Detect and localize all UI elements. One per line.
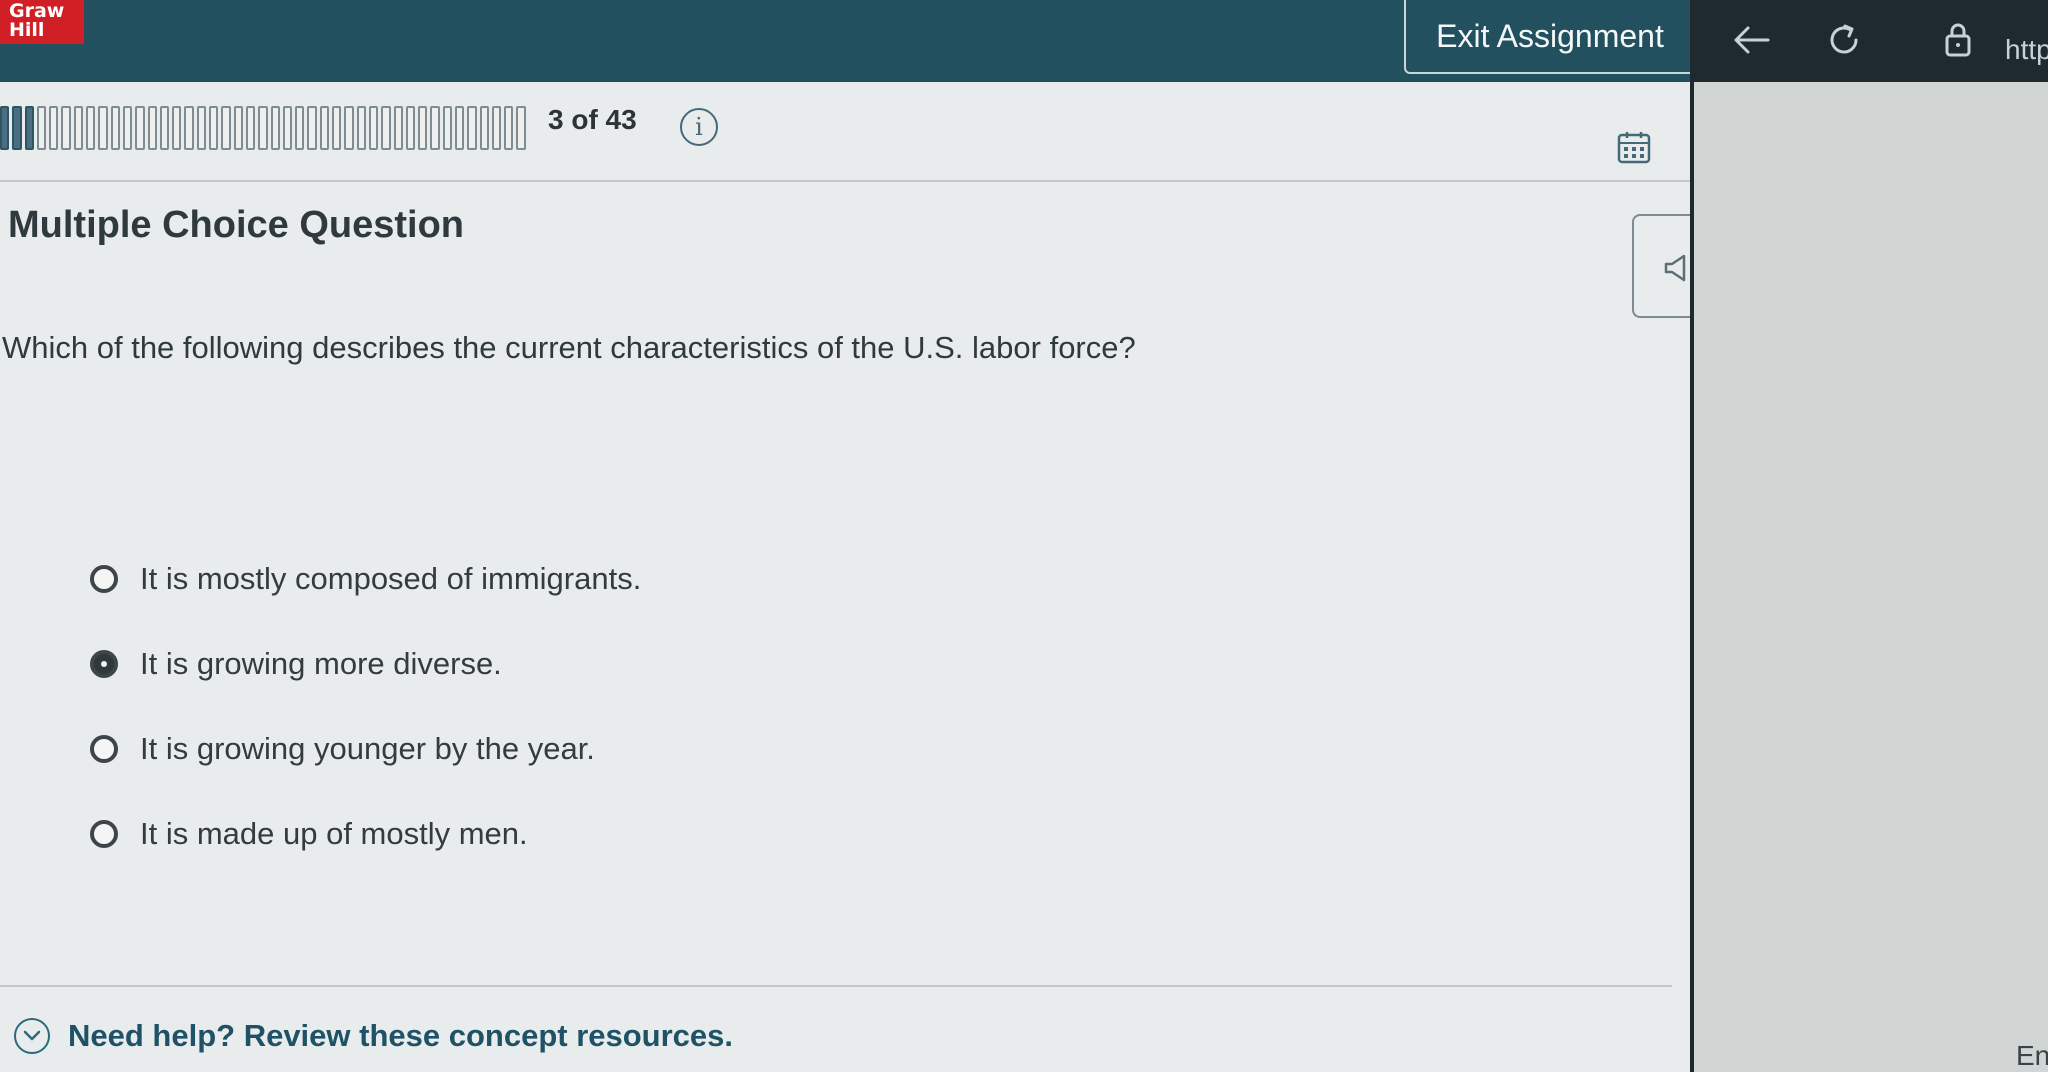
progress-segment[interactable] [61, 106, 71, 150]
adjacent-window-text: En [2016, 1040, 2048, 1071]
progress-segment[interactable] [393, 106, 403, 150]
progress-segment[interactable] [12, 106, 22, 150]
top-bar: Graw Hill Exit Assignment [0, 0, 1696, 82]
progress-segment[interactable] [344, 106, 354, 150]
answer-option-label: It is growing younger by the year. [140, 730, 595, 766]
progress-segment[interactable] [245, 106, 256, 150]
answer-options: It is mostly composed of immigrants. It … [90, 536, 641, 876]
answer-option-label: It is made up of mostly men. [140, 815, 528, 851]
concept-resources-link[interactable]: Need help? Review these concept resource… [68, 1018, 733, 1054]
header-divider [0, 180, 1690, 182]
progress-segment[interactable] [405, 106, 416, 150]
lock-icon [1938, 20, 1978, 60]
progress-segment[interactable] [196, 106, 207, 150]
progress-segment[interactable] [24, 106, 34, 150]
progress-segment[interactable] [258, 106, 268, 150]
progress-segment[interactable] [36, 106, 47, 150]
progress-segment[interactable] [184, 106, 194, 150]
progress-segment[interactable] [442, 106, 452, 150]
reload-icon[interactable] [1824, 20, 1864, 60]
progress-segment[interactable] [319, 106, 330, 150]
progress-segment[interactable] [381, 106, 391, 150]
answer-option-label: It is growing more diverse. [140, 645, 502, 681]
arrow-left-icon[interactable] [1732, 20, 1772, 60]
progress-segment[interactable] [332, 106, 342, 150]
progress-segment[interactable] [356, 106, 366, 150]
progress-segment[interactable] [491, 106, 502, 150]
progress-segment[interactable] [233, 106, 243, 150]
speaker-icon [1664, 254, 1686, 282]
progress-segment[interactable] [147, 106, 157, 150]
progress-segment[interactable] [270, 106, 280, 150]
progress-segment[interactable] [368, 106, 379, 150]
question-counter: 3 of 43 [548, 104, 637, 135]
radio-button[interactable] [90, 564, 118, 593]
answer-option[interactable]: It is growing younger by the year. [90, 706, 641, 791]
progress-segment[interactable] [295, 106, 305, 150]
concept-resources-toggle[interactable]: Need help? Review these concept resource… [14, 1018, 733, 1054]
progress-segment[interactable] [418, 106, 428, 150]
answer-option[interactable]: It is mostly composed of immigrants. [90, 536, 641, 621]
radio-button[interactable] [90, 649, 118, 678]
progress-segment[interactable] [307, 106, 317, 150]
question-progress-bar [0, 106, 526, 150]
progress-segment[interactable] [282, 106, 293, 150]
answer-option-label: It is mostly composed of immigrants. [140, 560, 642, 596]
progress-segment[interactable] [73, 106, 84, 150]
progress-segment[interactable] [49, 106, 59, 150]
progress-segment[interactable] [516, 106, 526, 150]
answer-option[interactable]: It is made up of mostly men. [90, 791, 641, 876]
read-aloud-tab[interactable] [1632, 214, 1692, 318]
info-icon[interactable]: i [680, 108, 718, 146]
progress-segment[interactable] [122, 106, 133, 150]
progress-segment[interactable] [221, 106, 231, 150]
chevron-down-icon [14, 1018, 50, 1054]
adjacent-window [1690, 82, 2048, 1072]
browser-toolbar [1690, 0, 2048, 82]
progress-segment[interactable] [209, 106, 219, 150]
progress-segment[interactable] [135, 106, 145, 150]
progress-segment[interactable] [159, 106, 170, 150]
progress-segment[interactable] [0, 106, 10, 150]
mcgraw-hill-logo: Graw Hill [0, 0, 84, 44]
progress-segment[interactable] [479, 106, 489, 150]
progress-segment[interactable] [86, 106, 96, 150]
progress-segment[interactable] [467, 106, 477, 150]
progress-segment[interactable] [504, 106, 514, 150]
footer-divider [0, 985, 1672, 987]
question-prompt: Which of the following describes the cur… [2, 330, 1136, 365]
progress-segment[interactable] [430, 106, 440, 150]
radio-button[interactable] [90, 734, 118, 763]
address-bar-url[interactable]: http [2005, 34, 2048, 66]
exit-assignment-button[interactable]: Exit Assignment [1404, 0, 1696, 74]
question-type-heading: Multiple Choice Question [8, 204, 465, 246]
calculator-icon[interactable] [1616, 130, 1652, 166]
progress-segment[interactable] [172, 106, 182, 150]
progress-segment[interactable] [454, 106, 465, 150]
progress-segment[interactable] [110, 106, 120, 150]
assignment-app: Graw Hill Exit Assignment 3 of 43 i Mult… [0, 0, 1696, 1072]
answer-option[interactable]: It is growing more diverse. [90, 621, 641, 706]
radio-button[interactable] [90, 819, 118, 848]
progress-segment[interactable] [98, 106, 108, 150]
